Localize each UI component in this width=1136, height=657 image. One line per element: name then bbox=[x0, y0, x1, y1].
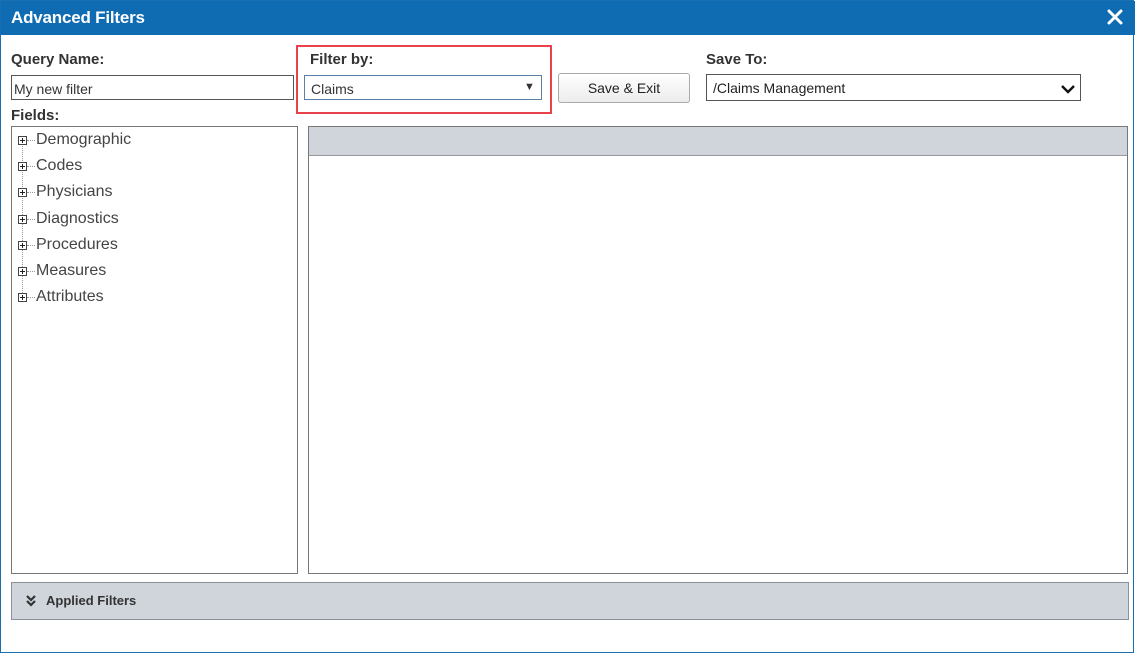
applied-filters-bar[interactable]: Applied Filters bbox=[11, 582, 1129, 620]
expand-icon[interactable] bbox=[18, 293, 27, 302]
filter-builder-header bbox=[309, 127, 1127, 156]
fields-label: Fields: bbox=[11, 107, 60, 124]
dialog-titlebar: Advanced Filters bbox=[1, 1, 1135, 35]
filter-by-label: Filter by: bbox=[310, 51, 374, 68]
tree-item-codes[interactable]: Codes bbox=[12, 156, 282, 178]
query-name-label: Query Name: bbox=[11, 51, 105, 68]
save-exit-button[interactable]: Save & Exit bbox=[558, 73, 690, 103]
tree-item-demographic[interactable]: Demographic bbox=[12, 130, 282, 152]
expand-icon[interactable] bbox=[18, 267, 27, 276]
tree-item-label: Diagnostics bbox=[36, 210, 119, 227]
advanced-filters-dialog: Advanced Filters Query Name: Filter by: … bbox=[0, 0, 1135, 653]
save-to-value: /Claims Management bbox=[713, 80, 846, 96]
caret-down-icon: ▼ bbox=[524, 81, 535, 93]
filter-by-value: Claims bbox=[311, 81, 354, 97]
tree-item-label: Attributes bbox=[36, 288, 104, 305]
expand-icon[interactable] bbox=[18, 136, 27, 145]
expand-icon[interactable] bbox=[18, 162, 27, 171]
filter-builder-panel bbox=[308, 126, 1128, 574]
tree-item-physicians[interactable]: Physicians bbox=[12, 182, 282, 204]
dialog-title: Advanced Filters bbox=[11, 8, 145, 27]
close-icon[interactable] bbox=[1106, 8, 1124, 26]
query-name-input[interactable] bbox=[11, 75, 294, 100]
tree-item-attributes[interactable]: Attributes bbox=[12, 287, 282, 309]
save-to-label: Save To: bbox=[706, 51, 768, 68]
expand-icon[interactable] bbox=[18, 215, 27, 224]
fields-tree: Demographic Codes Physicians Diagnostics… bbox=[11, 126, 298, 574]
tree-item-label: Physicians bbox=[36, 183, 113, 200]
double-chevron-down-icon bbox=[25, 594, 37, 613]
applied-filters-label: Applied Filters bbox=[46, 593, 137, 608]
save-to-select[interactable]: /Claims Management bbox=[706, 74, 1081, 101]
tree-item-label: Procedures bbox=[36, 236, 118, 253]
tree-item-measures[interactable]: Measures bbox=[12, 261, 282, 283]
chevron-down-icon bbox=[1060, 82, 1076, 98]
expand-icon[interactable] bbox=[18, 188, 27, 197]
filter-by-select[interactable]: Claims ▼ bbox=[304, 75, 542, 100]
tree-item-label: Demographic bbox=[36, 131, 132, 148]
expand-icon[interactable] bbox=[18, 241, 27, 250]
tree-item-procedures[interactable]: Procedures bbox=[12, 235, 282, 257]
tree-item-label: Measures bbox=[36, 262, 107, 279]
tree-item-diagnostics[interactable]: Diagnostics bbox=[12, 209, 282, 231]
tree-item-label: Codes bbox=[36, 157, 83, 174]
